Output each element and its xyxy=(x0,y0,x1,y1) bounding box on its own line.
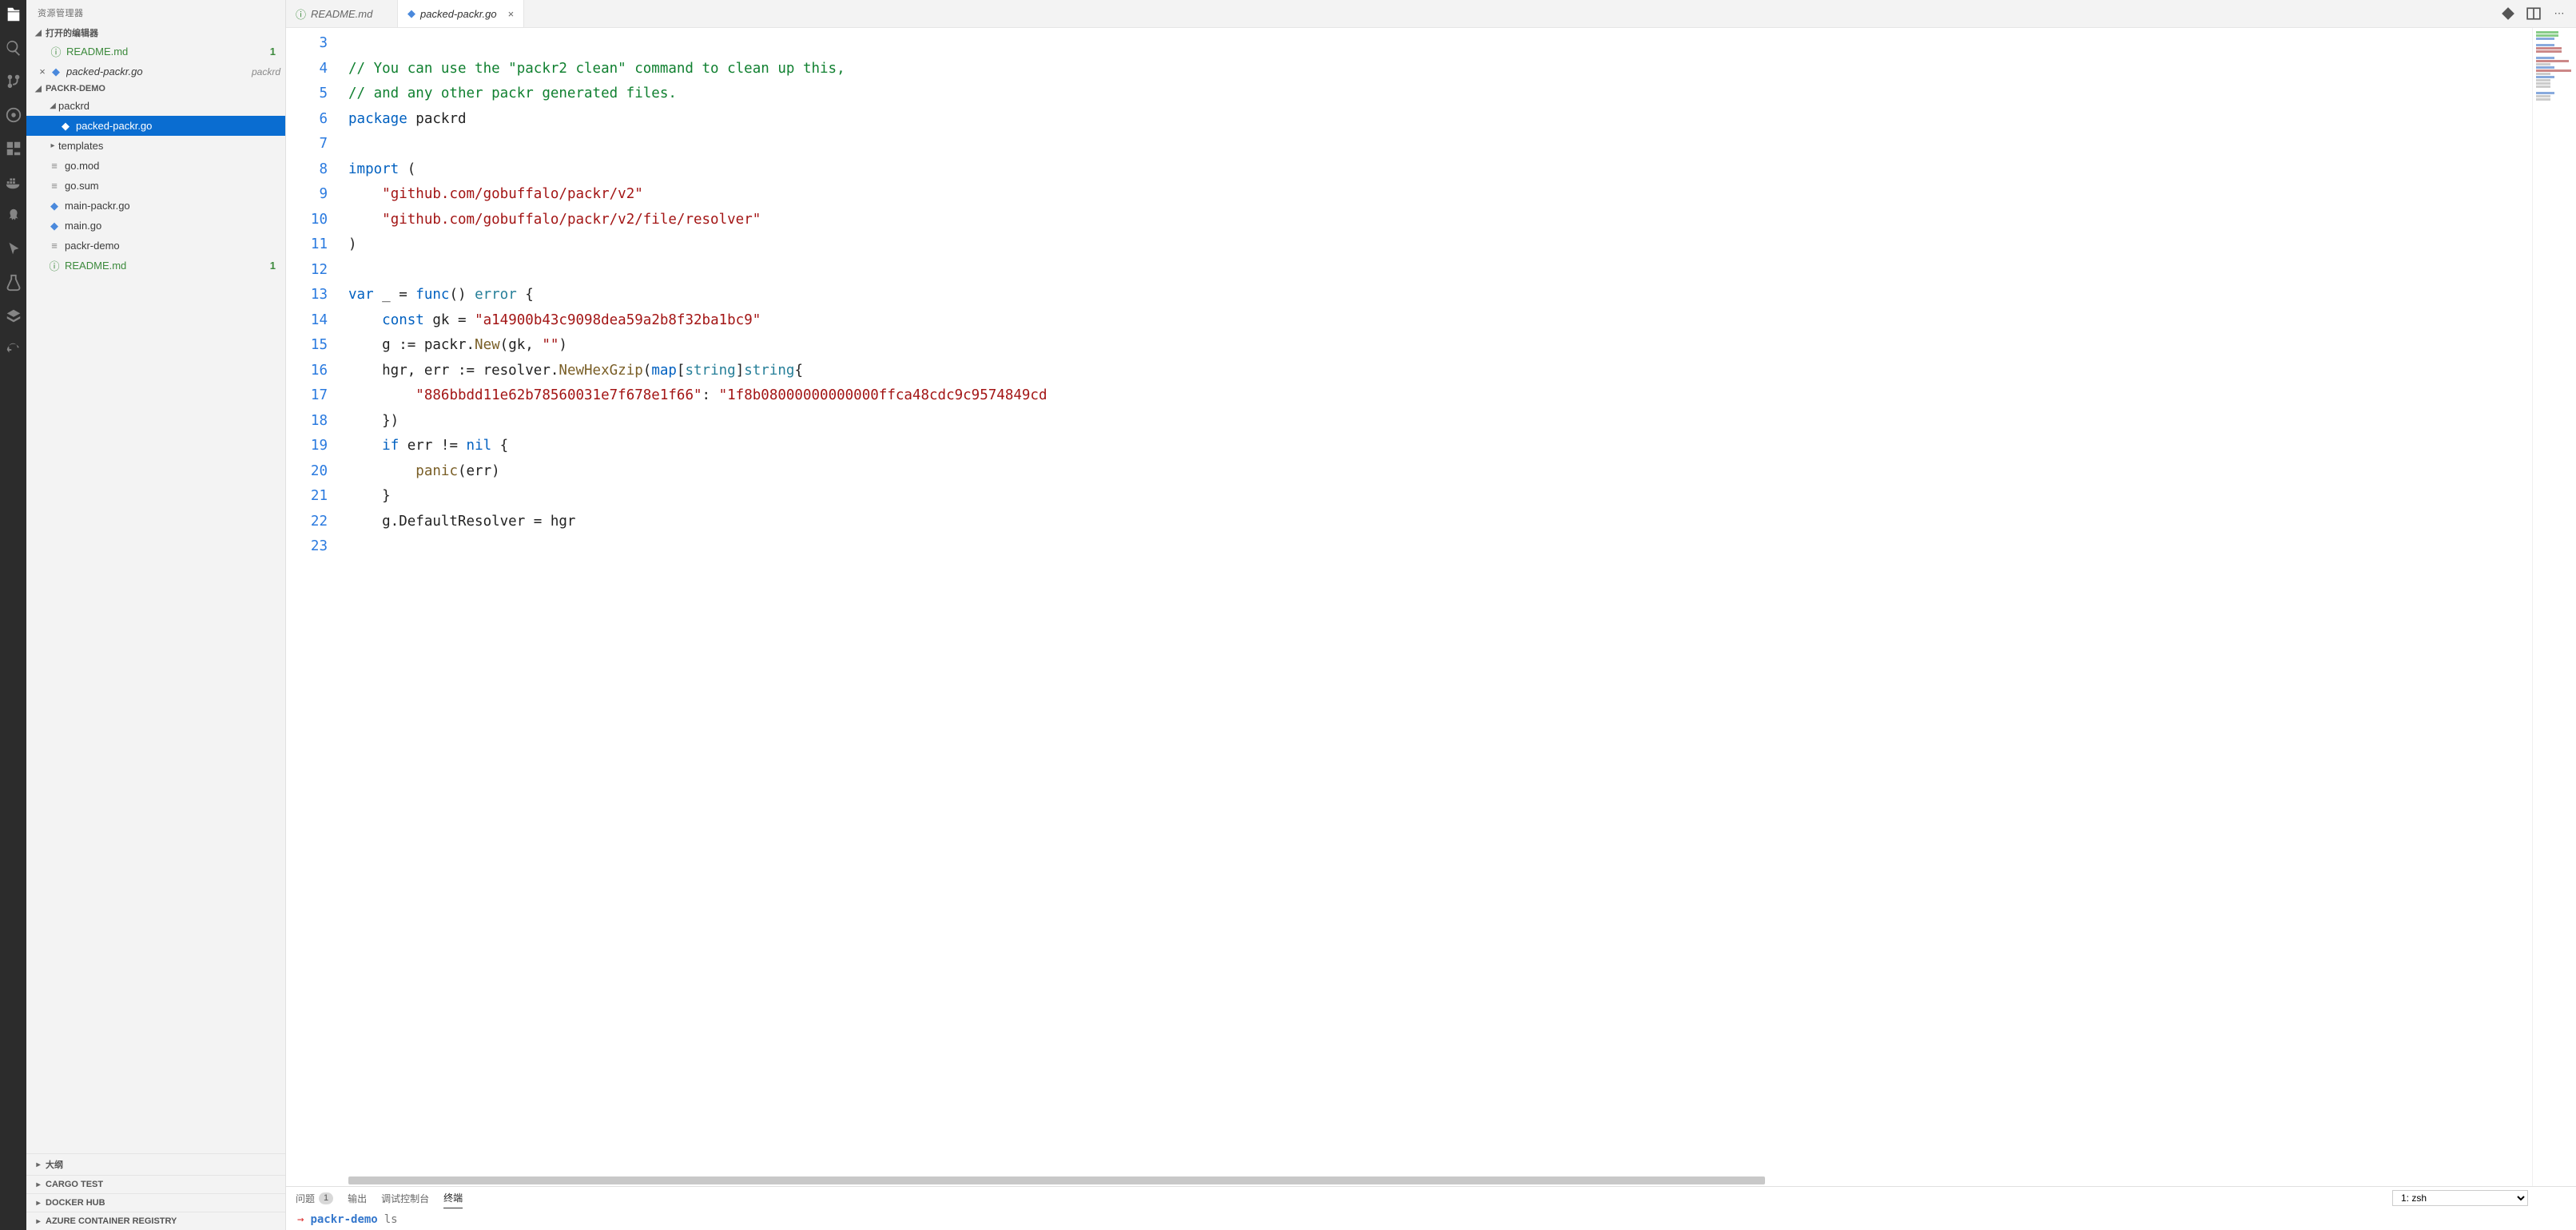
editor-tab[interactable]: ⓘREADME.md xyxy=(286,0,398,27)
tab-actions: ⋯ xyxy=(2491,0,2576,27)
chevron-right-icon: ▸ xyxy=(33,1161,44,1169)
problems-count: 1 xyxy=(319,1192,333,1204)
file-icon: ≡ xyxy=(47,160,62,172)
chevron-right-icon: ▸ xyxy=(33,1217,44,1226)
chevron-right-icon: ▸ xyxy=(33,1199,44,1208)
go-file-icon: ◆ xyxy=(47,220,62,232)
chevron-down-icon: ◢ xyxy=(33,85,44,93)
terminal-select[interactable]: 1: zsh xyxy=(2392,1190,2528,1206)
open-editors-header[interactable]: ◢ 打开的编辑器 xyxy=(26,24,285,42)
info-icon: ⓘ xyxy=(296,6,306,22)
chevron-icon: ▸ xyxy=(47,141,58,150)
close-tab-icon[interactable]: × xyxy=(508,8,515,20)
beaker-icon[interactable] xyxy=(4,273,23,292)
problems-tab[interactable]: 问题1 xyxy=(296,1188,333,1208)
cargo-test-header[interactable]: ▸CARGO TEST xyxy=(26,1175,285,1193)
azure-header[interactable]: ▸AZURE CONTAINER REGISTRY xyxy=(26,1212,285,1230)
output-tab[interactable]: 输出 xyxy=(348,1188,367,1208)
file-icon: ≡ xyxy=(47,180,62,192)
sidebar-bottom: ▸大纲 ▸CARGO TEST ▸DOCKER HUB ▸AZURE CONTA… xyxy=(26,1153,285,1230)
terminal-body[interactable]: → packr-demo ls xyxy=(286,1209,2576,1230)
search-icon[interactable] xyxy=(4,38,23,58)
activity-bar xyxy=(0,0,26,1230)
open-editor-item[interactable]: ⓘ README.md 1 xyxy=(26,42,285,62)
panel-tabs: 问题1 输出 调试控制台 终端 1: zsh xyxy=(286,1187,2576,1209)
sidebar-title: 资源管理器 xyxy=(26,0,285,24)
prompt-cmd: ls xyxy=(384,1213,398,1226)
file-icon: ≡ xyxy=(47,240,62,252)
more-icon[interactable]: ⋯ xyxy=(2552,6,2566,21)
diamond-icon[interactable] xyxy=(2501,6,2515,21)
go-file-icon: ◆ xyxy=(407,7,415,20)
file-item[interactable]: ◆packed-packr.go xyxy=(26,116,285,136)
file-item[interactable]: ◆main-packr.go xyxy=(26,196,285,216)
file-item[interactable]: ≡go.mod xyxy=(26,156,285,176)
info-icon: ⓘ xyxy=(47,258,62,273)
project-header[interactable]: ◢ PACKR-DEMO xyxy=(26,81,285,96)
editor-tab[interactable]: ◆packed-packr.go× xyxy=(398,0,524,27)
horizontal-scrollbar[interactable] xyxy=(348,1176,2528,1186)
code-area[interactable]: // You can use the "packr2 clean" comman… xyxy=(342,28,2532,1186)
explorer-icon[interactable] xyxy=(4,5,23,24)
extensions-icon[interactable] xyxy=(4,139,23,158)
refresh-icon[interactable] xyxy=(4,340,23,359)
folder-item[interactable]: ▸templates xyxy=(26,136,285,156)
octopus-icon[interactable] xyxy=(4,206,23,225)
file-item[interactable]: ≡packr-demo xyxy=(26,236,285,256)
tab-bar: ⓘREADME.md◆packed-packr.go× ⋯ xyxy=(286,0,2576,28)
editor-group: ⓘREADME.md◆packed-packr.go× ⋯ 3456789101… xyxy=(286,0,2576,1230)
outline-header[interactable]: ▸大纲 xyxy=(26,1153,285,1175)
file-item[interactable]: ≡go.sum xyxy=(26,176,285,196)
minimap[interactable] xyxy=(2532,28,2576,1186)
layers-icon[interactable] xyxy=(4,307,23,326)
chevron-icon: ◢ xyxy=(47,101,58,110)
debug-icon[interactable] xyxy=(4,105,23,125)
source-control-icon[interactable] xyxy=(4,72,23,91)
cursor-icon[interactable] xyxy=(4,240,23,259)
prompt-arrow: → xyxy=(297,1213,304,1226)
code-editor[interactable]: 34567891011121314151617181920212223 // Y… xyxy=(286,28,2576,1186)
chevron-right-icon: ▸ xyxy=(33,1180,44,1189)
split-editor-icon[interactable] xyxy=(2526,6,2541,21)
file-item[interactable]: ⓘREADME.md1 xyxy=(26,256,285,276)
open-editor-item[interactable]: × ◆ packed-packr.go packrd xyxy=(26,62,285,81)
info-icon: ⓘ xyxy=(49,44,63,59)
close-icon[interactable]: × xyxy=(36,65,49,77)
go-file-icon: ◆ xyxy=(47,200,62,212)
terminal-tab[interactable]: 终端 xyxy=(443,1188,463,1208)
explorer-sidebar: 资源管理器 ◢ 打开的编辑器 ⓘ README.md 1 × ◆ packed-… xyxy=(26,0,286,1230)
folder-item[interactable]: ◢packrd xyxy=(26,96,285,116)
prompt-cwd: packr-demo xyxy=(310,1213,377,1226)
line-gutter: 34567891011121314151617181920212223 xyxy=(286,28,342,1186)
docker-hub-header[interactable]: ▸DOCKER HUB xyxy=(26,1193,285,1212)
file-tree: ◢packrd◆packed-packr.go▸templates≡go.mod… xyxy=(26,96,285,1153)
chevron-down-icon: ◢ xyxy=(33,29,44,38)
open-editors-list: ⓘ README.md 1 × ◆ packed-packr.go packrd xyxy=(26,42,285,81)
debug-console-tab[interactable]: 调试控制台 xyxy=(381,1188,429,1208)
bottom-panel: 问题1 输出 调试控制台 终端 1: zsh → packr-demo ls xyxy=(286,1186,2576,1230)
go-file-icon: ◆ xyxy=(58,120,73,133)
docker-icon[interactable] xyxy=(4,173,23,192)
go-file-icon: ◆ xyxy=(49,65,63,78)
file-item[interactable]: ◆main.go xyxy=(26,216,285,236)
